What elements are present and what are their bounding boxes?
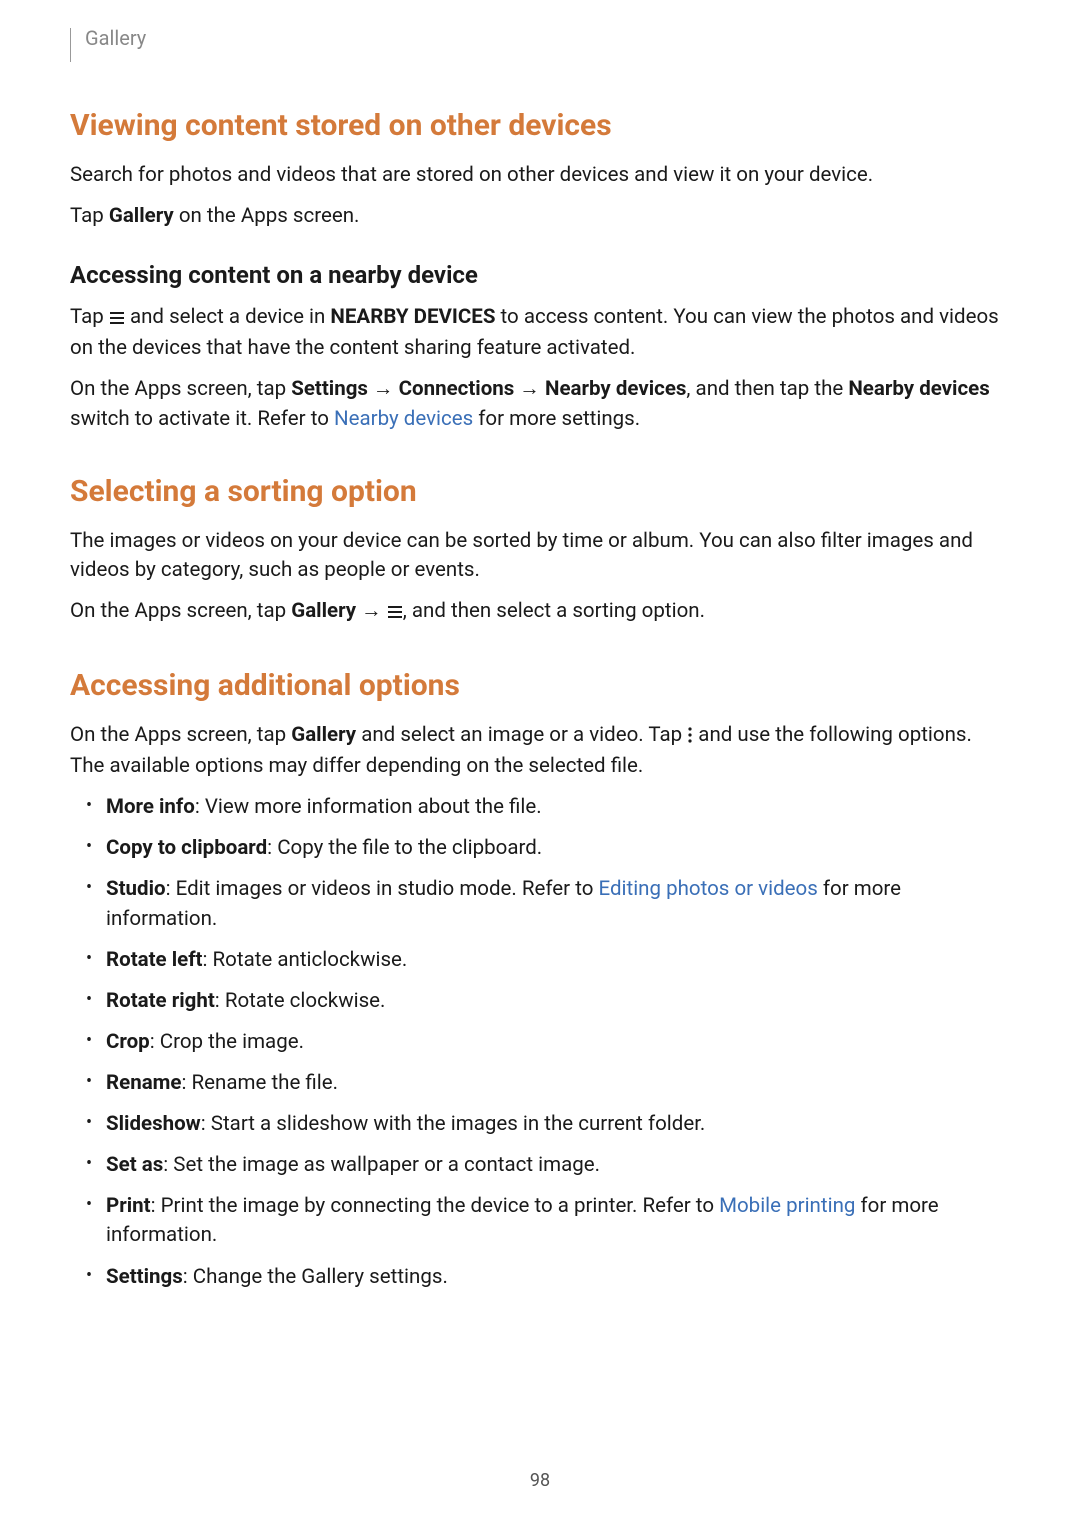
list-item: Settings: Change the Gallery settings.	[106, 1263, 1010, 1292]
list-item: Slideshow: Start a slideshow with the im…	[106, 1110, 1010, 1139]
section-title: Selecting a sorting option	[70, 474, 1010, 509]
list-item: Rotate left: Rotate anticlockwise.	[106, 946, 1010, 975]
list-item: Rotate right: Rotate clockwise.	[106, 987, 1010, 1016]
link-mobile-printing[interactable]: Mobile printing	[719, 1194, 855, 1218]
option-name: Copy to clipboard	[106, 836, 267, 860]
list-item: Print: Print the image by connecting the…	[106, 1192, 1010, 1250]
option-desc: : Set the image as wallpaper or a contac…	[163, 1153, 600, 1177]
text: Tap	[70, 305, 109, 329]
bold-text: Nearby devices	[545, 377, 686, 401]
text: →	[514, 377, 545, 401]
text: , and then select a sorting option.	[403, 599, 705, 623]
option-name: Rename	[106, 1071, 182, 1095]
text: On the Apps screen, tap	[70, 599, 291, 623]
paragraph: On the Apps screen, tap Gallery and sele…	[70, 721, 1010, 781]
option-name: Crop	[106, 1030, 150, 1054]
text: switch to activate it. Refer to	[70, 407, 334, 431]
bold-text: Nearby devices	[848, 377, 989, 401]
section-title: Accessing additional options	[70, 668, 1010, 703]
option-desc: : Rename the file.	[182, 1071, 339, 1095]
options-list: More info: View more information about t…	[70, 793, 1010, 1291]
option-name: More info	[106, 795, 195, 819]
paragraph: Search for photos and videos that are st…	[70, 161, 1010, 190]
list-item: Set as: Set the image as wallpaper or a …	[106, 1151, 1010, 1180]
bold-text: Connections	[399, 377, 515, 401]
subsection-title: Accessing content on a nearby device	[70, 261, 1010, 289]
text: , and then tap the	[686, 377, 848, 401]
link-nearby-devices[interactable]: Nearby devices	[334, 407, 473, 431]
menu-lines-icon	[387, 599, 403, 628]
section-additional-options: Accessing additional options On the Apps…	[70, 668, 1010, 1292]
list-item: More info: View more information about t…	[106, 793, 1010, 822]
link-editing-photos[interactable]: Editing photos or videos	[598, 877, 817, 901]
page-number: 98	[0, 1470, 1080, 1491]
paragraph: On the Apps screen, tap Settings → Conne…	[70, 375, 1010, 433]
section-sorting: Selecting a sorting option The images or…	[70, 474, 1010, 628]
bold-text: Gallery	[109, 204, 174, 228]
text: Tap	[70, 204, 109, 228]
bold-text: Settings	[291, 377, 368, 401]
list-item: Rename: Rename the file.	[106, 1069, 1010, 1098]
option-name: Settings	[106, 1265, 183, 1289]
option-desc: : Rotate anticlockwise.	[202, 948, 407, 972]
section-title: Viewing content stored on other devices	[70, 108, 1010, 143]
list-item: Copy to clipboard: Copy the file to the …	[106, 834, 1010, 863]
text: →	[368, 377, 399, 401]
option-name: Rotate right	[106, 989, 215, 1013]
paragraph: Tap Gallery on the Apps screen.	[70, 202, 1010, 231]
option-name: Slideshow	[106, 1112, 201, 1136]
option-desc: : Rotate clockwise.	[215, 989, 386, 1013]
paragraph: Tap and select a device in NEARBY DEVICE…	[70, 303, 1010, 363]
option-name: Studio	[106, 877, 166, 901]
text: and select an image or a video. Tap	[356, 723, 687, 747]
text: →	[356, 599, 387, 623]
text: and select a device in	[125, 305, 331, 329]
list-item: Studio: Edit images or videos in studio …	[106, 875, 1010, 933]
page-header: Gallery	[70, 28, 1010, 62]
header-section-label: Gallery	[85, 26, 146, 50]
text: On the Apps screen, tap	[70, 723, 291, 747]
option-desc: : Print the image by connecting the devi…	[151, 1194, 720, 1218]
option-name: Rotate left	[106, 948, 202, 972]
option-name: Set as	[106, 1153, 163, 1177]
text: for more settings.	[473, 407, 640, 431]
bold-text: Gallery	[291, 723, 356, 747]
option-desc: : View more information about the file.	[195, 795, 542, 819]
bold-text: Gallery	[291, 599, 356, 623]
paragraph: On the Apps screen, tap Gallery → , and …	[70, 597, 1010, 628]
option-desc: : Crop the image.	[150, 1030, 304, 1054]
option-desc: : Edit images or videos in studio mode. …	[166, 877, 599, 901]
option-name: Print	[106, 1194, 151, 1218]
manual-page: Gallery Viewing content stored on other …	[0, 0, 1080, 1527]
text: On the Apps screen, tap	[70, 377, 291, 401]
menu-lines-icon	[109, 305, 125, 334]
list-item: Crop: Crop the image.	[106, 1028, 1010, 1057]
option-desc: : Start a slideshow with the images in t…	[201, 1112, 706, 1136]
text: on the Apps screen.	[174, 204, 360, 228]
paragraph: The images or videos on your device can …	[70, 527, 1010, 585]
bold-text: NEARBY DEVICES	[330, 305, 495, 329]
option-desc: : Change the Gallery settings.	[183, 1265, 448, 1289]
section-viewing-content: Viewing content stored on other devices …	[70, 108, 1010, 434]
option-desc: : Copy the file to the clipboard.	[267, 836, 542, 860]
